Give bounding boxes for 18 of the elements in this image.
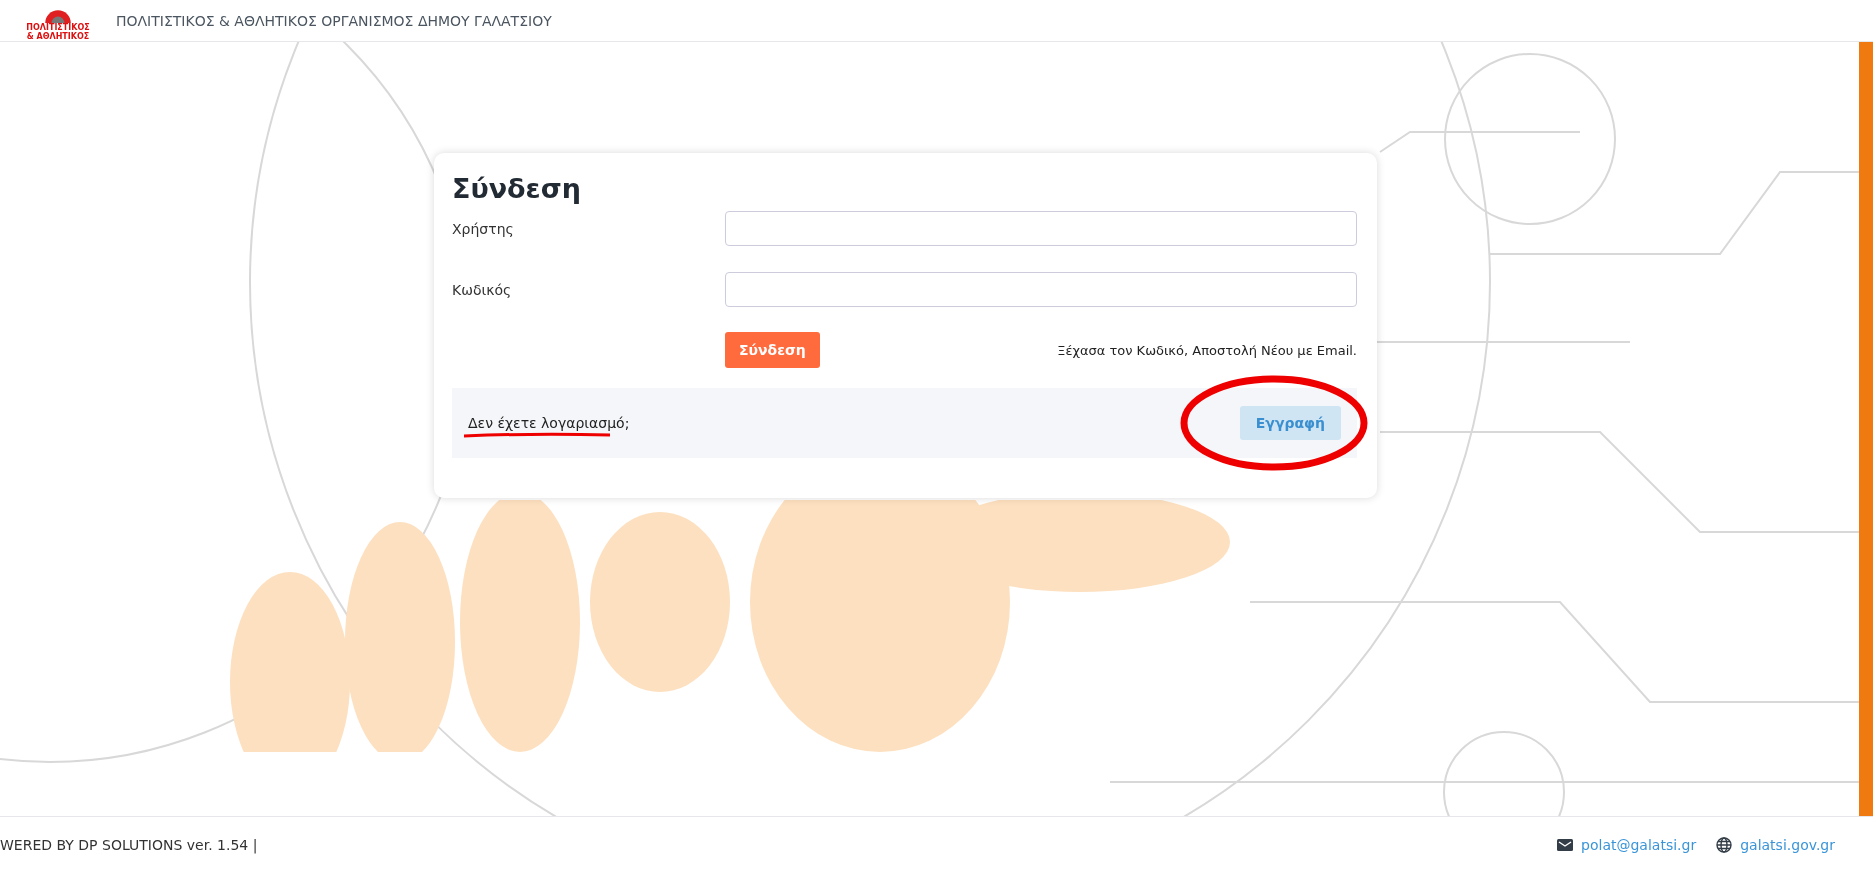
login-button[interactable]: Σύνδεση (725, 332, 820, 368)
register-button[interactable]: Εγγραφή (1239, 406, 1341, 440)
field-label: Χρήστης (452, 220, 515, 237)
logo-text: ΠΟΛΙΤΙΣΤΙΚΟΣ (26, 23, 90, 32)
mail-icon (1557, 836, 1574, 853)
card-title: Σύνδεση (452, 173, 582, 204)
organization-title: ΠΟΛΙΤΙΣΤΙΚΟΣ & ΑΘΛΗΤΙΚΟΣ ΟΡΓΑΝΙΣΜΟΣ ΔΗΜΟΥ ΓΑΛΑΤΣΙΟΥ (116, 12, 552, 29)
website-link[interactable]: galatsi.gov.gr (1740, 836, 1835, 853)
credit-text: WERED BY DP SOLUTIONS ver. 1.54 | (0, 836, 258, 853)
globe-icon (1716, 836, 1733, 853)
input-field[interactable] (725, 272, 1357, 307)
logo-emblem-icon (43, 7, 73, 23)
field-label: Κωδικός (452, 281, 513, 298)
logo-text: & ΑΘΛΗΤΙΚΟΣ (26, 32, 90, 41)
register-prompt: Δεν έχετε λογαριασμό; (468, 415, 630, 431)
forgot-password-link[interactable]: Ξέχασα τον Κωδικό, Αποστολή Νέου με Email. (1057, 342, 1357, 358)
input-field[interactable] (725, 211, 1357, 246)
email-link[interactable]: polat@galatsi.gr (1581, 836, 1697, 853)
